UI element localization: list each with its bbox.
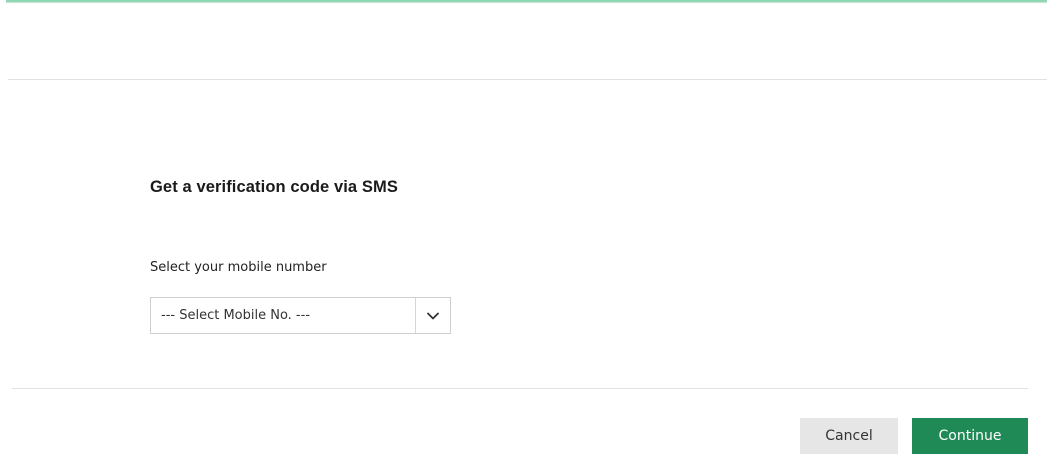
mobile-number-label: Select your mobile number [150, 260, 327, 275]
top-accent-line [6, 0, 1047, 2]
mobile-number-select[interactable]: --- Select Mobile No. --- [150, 297, 451, 334]
page-title: Get a verification code via SMS [150, 178, 398, 196]
select-divider [415, 298, 416, 333]
chevron-down-icon[interactable] [426, 309, 440, 323]
sms-verification-page: Get a verification code via SMS Select y… [0, 0, 1047, 454]
header-divider [8, 79, 1047, 80]
cancel-button[interactable]: Cancel [800, 418, 898, 454]
footer-divider [12, 388, 1028, 389]
continue-button[interactable]: Continue [912, 418, 1028, 454]
mobile-number-select-value: --- Select Mobile No. --- [161, 308, 311, 323]
